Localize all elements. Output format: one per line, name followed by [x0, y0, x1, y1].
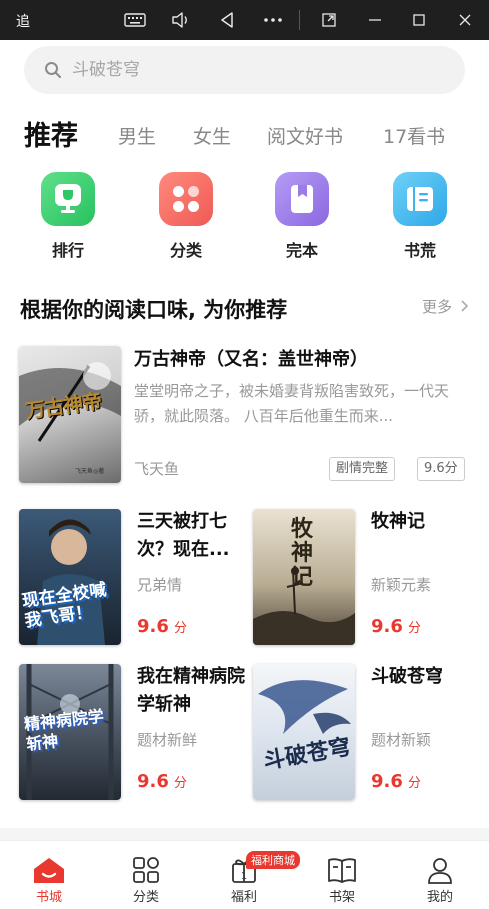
- svg-text:1: 1: [241, 871, 247, 882]
- tab-recommend[interactable]: 推荐: [24, 114, 78, 153]
- book-category: 新颖元素: [371, 576, 432, 594]
- featured-book-author: 飞天鱼: [134, 460, 180, 478]
- featured-book-title[interactable]: 万古神帝（又名：盖世神帝）: [134, 345, 368, 371]
- book-cover[interactable]: 现在全校喊我飞哥！: [19, 509, 121, 645]
- pin-icon[interactable]: [316, 8, 342, 32]
- book-score-value: 9.6: [371, 771, 403, 792]
- titlebar-divider: [299, 10, 300, 30]
- tab-female[interactable]: 女生: [193, 122, 231, 149]
- book-cover-title: 牧神记: [291, 516, 314, 590]
- more-dots-icon[interactable]: [260, 8, 286, 32]
- search-bar[interactable]: [24, 46, 465, 94]
- book-score-unit: 分: [173, 776, 187, 791]
- section-title: 根据你的阅读口味, 为你推荐: [20, 298, 288, 322]
- featured-cover-author: 飞天鱼◎著: [75, 468, 105, 475]
- window-titlebar: 追: [0, 0, 489, 40]
- volume-icon[interactable]: [168, 8, 194, 32]
- trophy-icon: [41, 172, 95, 226]
- search-input[interactable]: [72, 56, 432, 84]
- nav-category[interactable]: 分类: [116, 855, 176, 905]
- nav-bookstore[interactable]: 书城: [19, 855, 79, 905]
- tab-17kan[interactable]: 17看书: [383, 122, 445, 149]
- featured-book-cover[interactable]: 万古神帝 飞天鱼◎著: [19, 346, 121, 483]
- book-score-value: 9.6: [137, 616, 169, 637]
- book-score: 9.6 分: [371, 616, 421, 637]
- more-label: 更多: [422, 298, 453, 316]
- search-icon: [44, 61, 62, 83]
- book-cover[interactable]: 精神病院学斩神: [19, 664, 121, 800]
- book-icon: [275, 172, 329, 226]
- book-score: 9.6 分: [137, 616, 187, 637]
- quick-booklack[interactable]: 书荒: [392, 172, 448, 261]
- book-title[interactable]: 斗破苍穹: [371, 663, 481, 691]
- notebook-icon: [393, 172, 447, 226]
- channel-tabs: 推荐 男生 女生 阅文好书 17看书: [0, 110, 489, 160]
- nav-bookshelf-label: 书架: [328, 890, 355, 905]
- window-title: 追: [16, 14, 30, 30]
- quick-category-label: 分类: [169, 241, 202, 260]
- nav-bookshelf[interactable]: 书架: [312, 855, 372, 905]
- quick-ranking[interactable]: 排行: [40, 172, 96, 261]
- book-score-unit: 分: [407, 776, 421, 791]
- book-title[interactable]: 三天被打七次？现在...: [137, 508, 247, 564]
- nav-profile[interactable]: 我的: [410, 855, 470, 905]
- nav-category-label: 分类: [132, 890, 159, 905]
- featured-tag: 剧情完整: [329, 457, 396, 481]
- grid-icon: [159, 172, 213, 226]
- nav-bookstore-label: 书城: [35, 890, 62, 905]
- book-score-value: 9.6: [137, 771, 169, 792]
- category-icon: [116, 855, 176, 885]
- more-link[interactable]: 更多: [422, 296, 470, 317]
- book-title[interactable]: 牧神记: [371, 508, 481, 536]
- book-cover[interactable]: 牧神记: [253, 509, 355, 645]
- book-category: 兄弟情: [137, 576, 183, 594]
- minimize-icon[interactable]: [362, 8, 388, 32]
- book-category: 题材新颖: [371, 731, 432, 749]
- featured-book-desc: 堂堂明帝之子，被未婚妻背叛陷害致死，一代天骄，就此陨落。 八百年后他重生而来..…: [134, 382, 450, 425]
- bottom-nav: 书城 分类 1 福利 书架 我的: [0, 840, 489, 909]
- home-icon: [19, 855, 79, 885]
- book-score-value: 9.6: [371, 616, 403, 637]
- welfare-mall-badge[interactable]: 福利商城: [246, 851, 300, 869]
- maximize-icon[interactable]: [406, 8, 432, 32]
- book-score: 9.6 分: [137, 771, 187, 792]
- quick-ranking-label: 排行: [51, 241, 84, 260]
- nav-profile-label: 我的: [426, 890, 453, 905]
- quick-completed[interactable]: 完本: [274, 172, 330, 261]
- book-score-unit: 分: [173, 621, 187, 636]
- quick-category[interactable]: 分类: [158, 172, 214, 261]
- tab-male[interactable]: 男生: [118, 122, 156, 149]
- chevron-right-icon: [461, 300, 468, 312]
- book-score: 9.6 分: [371, 771, 421, 792]
- keyboard-icon[interactable]: [122, 8, 148, 32]
- book-cover[interactable]: 斗破苍穹: [253, 664, 355, 800]
- quick-completed-label: 完本: [285, 241, 318, 260]
- book-title[interactable]: 我在精神病院学斩神: [137, 663, 247, 719]
- featured-score: 9.6分: [417, 457, 465, 481]
- tab-yuewen[interactable]: 阅文好书: [267, 122, 343, 149]
- book-score-unit: 分: [407, 621, 421, 636]
- close-icon[interactable]: [452, 8, 478, 32]
- back-icon[interactable]: [214, 8, 240, 32]
- profile-icon: [410, 855, 470, 885]
- section-divider: [0, 828, 489, 840]
- quick-booklack-label: 书荒: [403, 241, 436, 260]
- book-category: 题材新鲜: [137, 731, 198, 749]
- bookshelf-icon: [312, 855, 372, 885]
- nav-welfare-label: 福利: [230, 890, 257, 905]
